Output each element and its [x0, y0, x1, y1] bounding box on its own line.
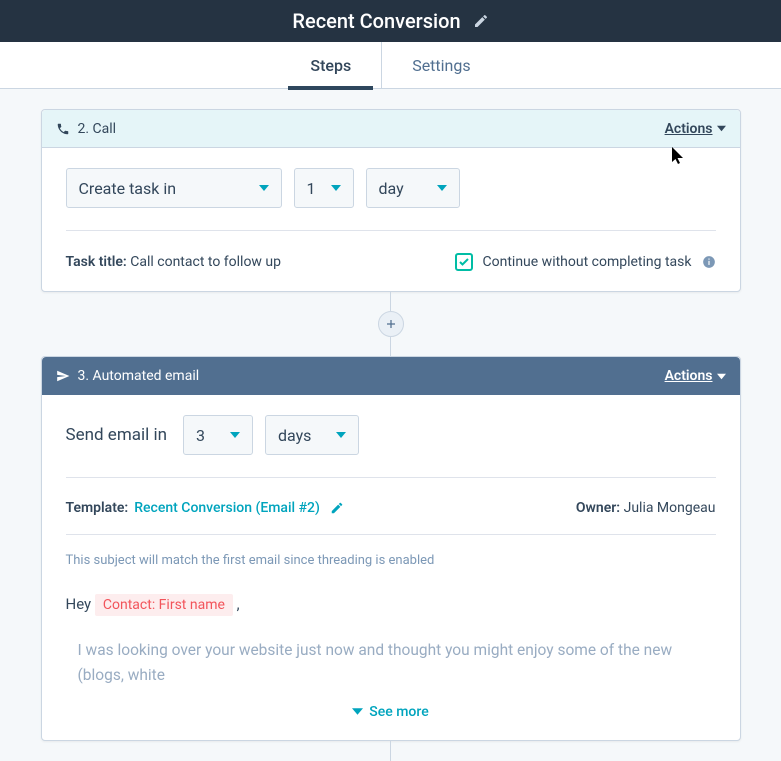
tab-steps[interactable]: Steps	[280, 42, 382, 89]
owner-label: Owner:	[576, 500, 620, 516]
see-more-button[interactable]: See more	[66, 704, 716, 720]
send-email-label: Send email in	[66, 425, 167, 445]
divider	[66, 230, 716, 231]
tab-label: Steps	[310, 56, 351, 75]
caret-down-icon	[717, 124, 726, 133]
continue-checkbox[interactable]	[455, 253, 473, 271]
actions-dropdown[interactable]: Actions	[665, 368, 726, 384]
continue-checkbox-group: Continue without completing task	[455, 253, 716, 271]
card-header: 2. Call Actions	[42, 110, 740, 148]
continue-label: Continue without completing task	[483, 254, 692, 270]
template-label: Template:	[66, 500, 129, 516]
see-more-label: See more	[369, 704, 428, 720]
step-title: 3. Automated email	[78, 368, 200, 384]
select-label: Create task in	[79, 179, 177, 198]
phone-icon	[56, 122, 70, 136]
info-icon[interactable]	[702, 255, 716, 269]
divider	[66, 534, 716, 535]
tab-label: Settings	[412, 56, 470, 75]
email-body-text: I was looking over your website just now…	[66, 638, 716, 688]
divider	[66, 477, 716, 478]
caret-down-icon	[437, 183, 447, 193]
unit-value: days	[278, 426, 311, 445]
step-card-call: 2. Call Actions Create task in 1	[41, 109, 741, 292]
chevron-down-icon	[352, 706, 363, 717]
threading-note: This subject will match the first email …	[66, 553, 716, 568]
owner-name: Julia Mongeau	[624, 500, 716, 516]
caret-down-icon	[259, 183, 269, 193]
unit-value: day	[379, 179, 404, 198]
send-icon	[56, 369, 70, 383]
actions-dropdown[interactable]: Actions	[665, 121, 726, 137]
step-card-email: 3. Automated email Actions Send email in…	[41, 356, 741, 741]
personalization-token[interactable]: Contact: First name	[95, 594, 233, 616]
trailing-connector	[41, 741, 741, 761]
email-preview: Hey Contact: First name , I was looking …	[66, 592, 716, 688]
tab-bar: Steps Settings	[0, 42, 781, 89]
tab-settings[interactable]: Settings	[382, 42, 500, 89]
caret-down-icon	[336, 430, 346, 440]
task-title-value: Call contact to follow up	[130, 254, 281, 270]
template-link[interactable]: Recent Conversion (Email #2)	[134, 500, 320, 516]
comma-text: ,	[237, 595, 240, 613]
step-title: 2. Call	[78, 121, 117, 137]
caret-down-icon	[331, 183, 341, 193]
qty-select[interactable]: 1	[294, 168, 354, 208]
actions-label: Actions	[665, 368, 713, 384]
page-header: Recent Conversion	[0, 0, 781, 42]
page-title: Recent Conversion	[292, 9, 460, 33]
task-title-row: Task title: Call contact to follow up	[66, 254, 282, 270]
unit-select[interactable]: day	[366, 168, 460, 208]
card-header: 3. Automated email Actions	[42, 357, 740, 395]
actions-label: Actions	[665, 121, 713, 137]
add-step-button[interactable]	[378, 311, 404, 337]
caret-down-icon	[230, 430, 240, 440]
create-task-select[interactable]: Create task in	[66, 168, 282, 208]
edit-template-icon[interactable]	[330, 501, 344, 515]
owner-info: Owner: Julia Mongeau	[576, 500, 716, 516]
task-title-label: Task title:	[66, 254, 127, 270]
greeting-text: Hey	[66, 595, 95, 613]
step-connector	[41, 292, 741, 356]
qty-select[interactable]: 3	[183, 415, 253, 455]
unit-select[interactable]: days	[265, 415, 359, 455]
qty-value: 1	[307, 179, 316, 198]
qty-value: 3	[196, 426, 205, 445]
caret-down-icon	[717, 372, 726, 381]
edit-title-icon[interactable]	[473, 13, 489, 29]
